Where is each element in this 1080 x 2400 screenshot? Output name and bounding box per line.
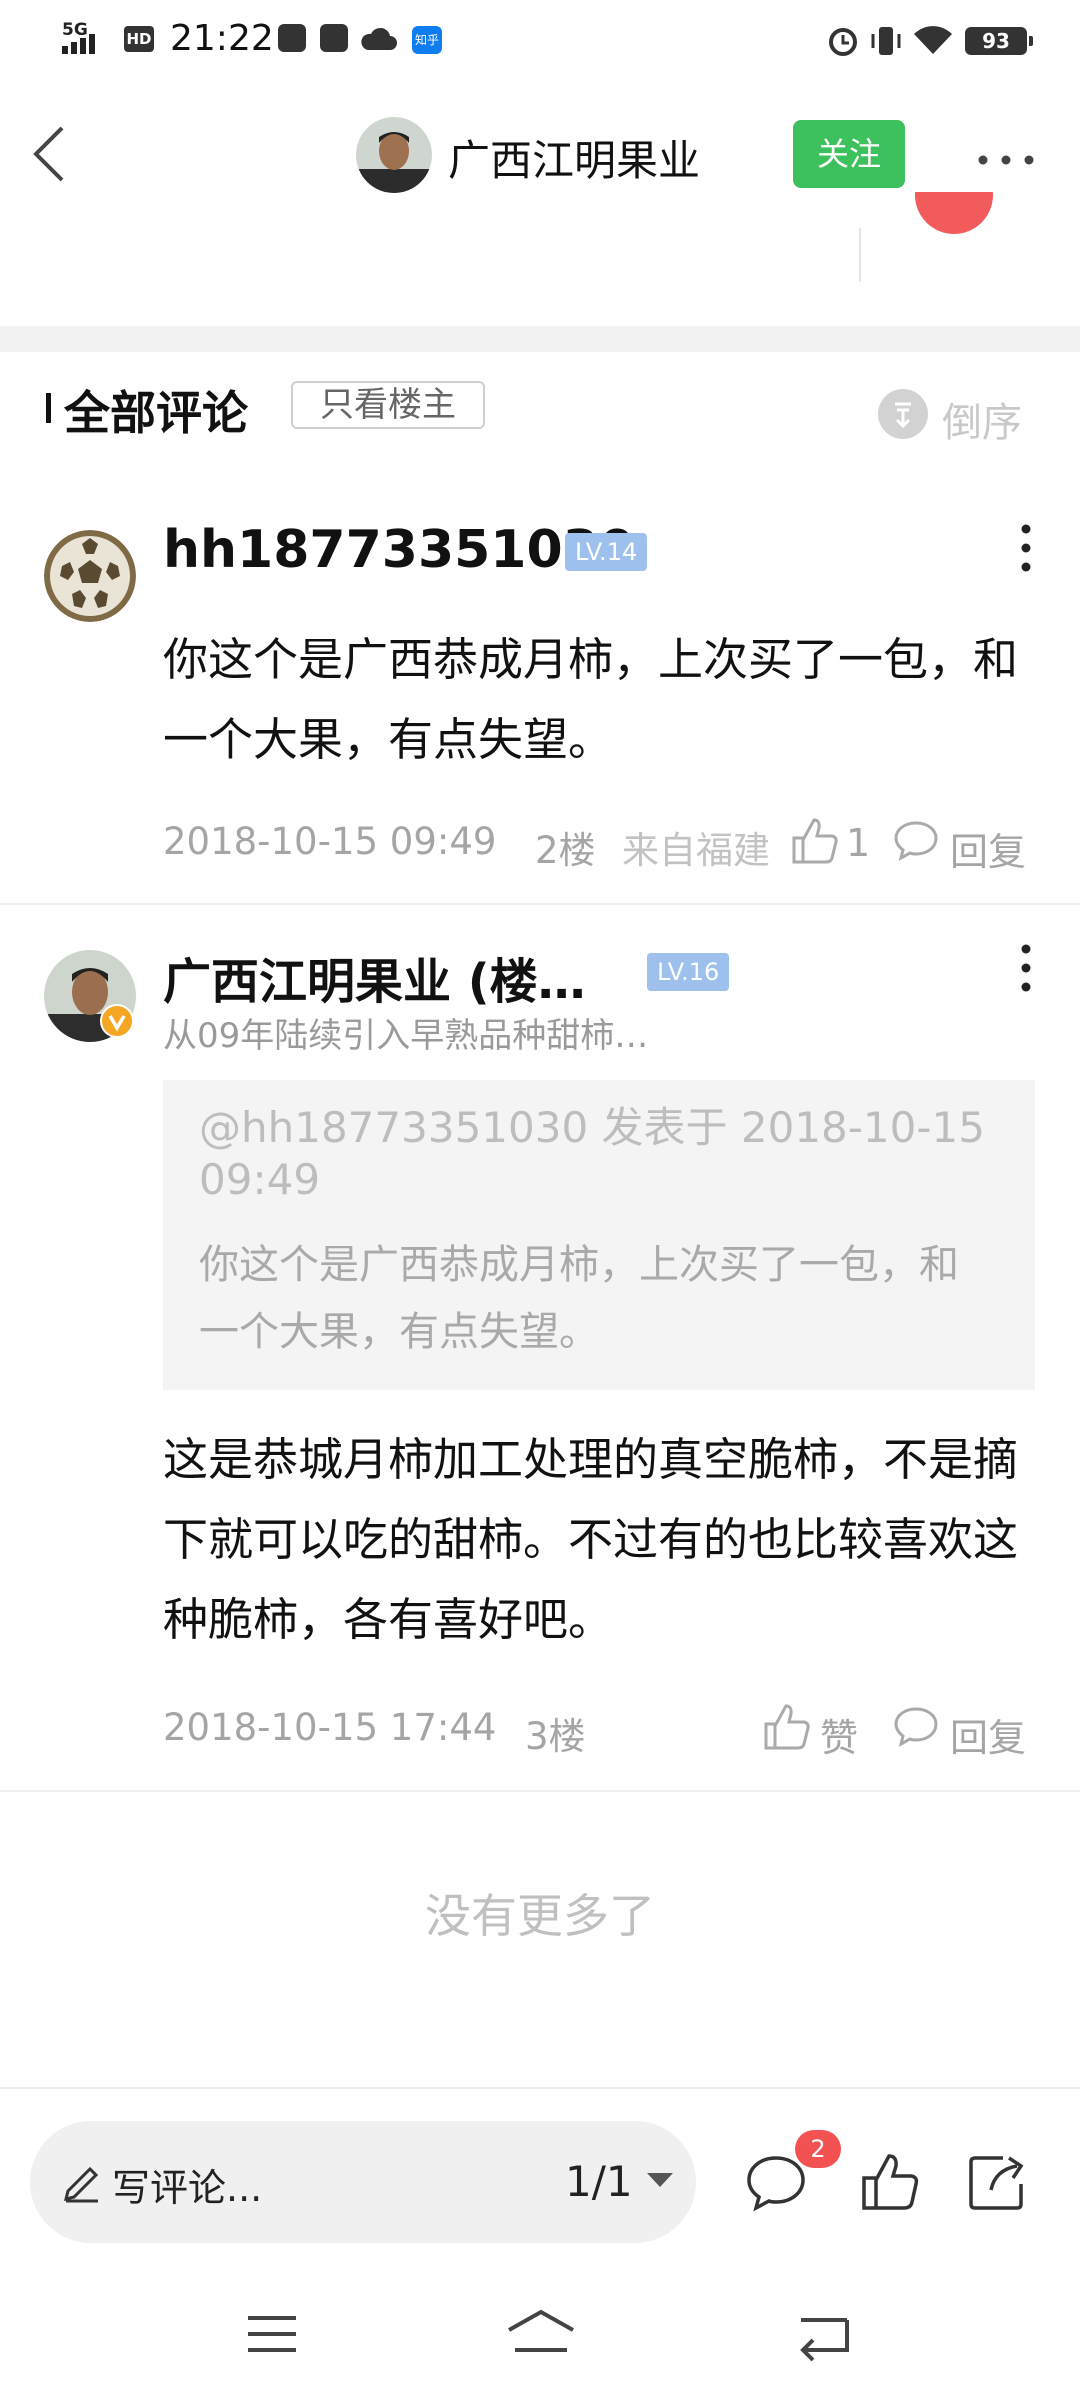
comment-text: 你这个是广西恭成月柿，上次买了一包，和一个大果，有点失望。 [163, 633, 1019, 766]
quote-header: @hh18773351030 发表于 2018-10-15 09:49 [199, 1103, 985, 1204]
comment-separator [0, 1790, 1080, 1792]
signal-icon [62, 0, 112, 80]
hd-indicator: HD [124, 26, 154, 52]
chat-bubble-icon[interactable] [893, 817, 943, 867]
quoted-comment: @hh18773351030 发表于 2018-10-15 09:49 你这个是… [163, 1080, 1035, 1390]
section-divider [0, 326, 1080, 352]
home-icon[interactable] [505, 2306, 574, 2362]
comment-floor: 3楼 [525, 1715, 586, 1758]
comment-more-icon[interactable] [1019, 523, 1033, 573]
author-signature: 从09年陆续引入早熟品种甜柿… [163, 1016, 649, 1056]
thumb-up-icon[interactable] [790, 816, 840, 866]
comment-more-icon[interactable] [1019, 943, 1033, 993]
zhihu-icon: 知乎 [412, 26, 442, 54]
alarm-icon [826, 24, 860, 58]
pen-icon [60, 2157, 106, 2203]
author-avatar[interactable] [356, 117, 432, 193]
sort-order-icon[interactable] [877, 388, 929, 440]
level-badge: LV.14 [565, 533, 648, 571]
cloud-icon [360, 26, 398, 52]
vibrate-icon [868, 24, 904, 58]
chat-bubble-icon[interactable] [893, 1703, 943, 1753]
comment-floor: 2楼 [535, 829, 596, 872]
page-indicator[interactable]: 1/1 [565, 2157, 633, 2206]
comment-datetime: 2018-10-15 17:44 [163, 1706, 497, 1749]
quote-text: 你这个是广西恭成月柿，上次买了一包，和一个大果，有点失望。 [199, 1242, 959, 1355]
author-name-title[interactable]: 广西江明果业 [448, 127, 700, 188]
comment-text: 这是恭城月柿加工处理的真空脆柿，不是摘下就可以吃的甜柿。不过有的也比较喜欢这种脆… [163, 1433, 1019, 1646]
commenter-avatar[interactable] [44, 530, 136, 622]
like-button[interactable]: 赞 [820, 1707, 858, 1762]
status-bar: 5G HD 21:22 知乎 93 [0, 0, 1080, 80]
write-comment-placeholder[interactable]: 写评论... [112, 2157, 262, 2212]
wifi-icon [912, 24, 954, 56]
status-time: 21:22 [170, 18, 274, 59]
like-count[interactable]: 1 [846, 821, 870, 865]
sort-order-label[interactable]: 倒序 [942, 390, 1022, 448]
red-button-fragment [915, 192, 993, 236]
notification-app-icon [320, 24, 348, 52]
divider [859, 228, 861, 282]
write-comment-input[interactable]: 写评论... 1/1 [30, 2121, 696, 2243]
comment-separator [0, 903, 1080, 905]
commenter-name[interactable]: 广西江明果业 (楼… [163, 942, 586, 1012]
section-title: 全部评论 [64, 386, 248, 440]
reply-button[interactable]: 回复 [950, 821, 1026, 876]
battery-indicator: 93 [965, 27, 1033, 55]
thumb-up-icon[interactable] [762, 1702, 812, 1752]
follow-button[interactable]: 关注 [793, 120, 905, 188]
more-icon[interactable] [978, 150, 1034, 165]
menu-icon[interactable] [240, 2306, 304, 2362]
comment-count-badge: 2 [795, 2130, 841, 2168]
level-badge: LV.16 [647, 953, 730, 991]
notification-app-icon [278, 24, 306, 52]
comment-datetime: 2018-10-15 09:49 [163, 820, 497, 863]
verified-badge-icon [100, 1004, 134, 1038]
thumb-up-icon[interactable] [858, 2150, 922, 2214]
reply-button[interactable]: 回复 [950, 1707, 1026, 1762]
bottom-divider [0, 2087, 1080, 2089]
share-icon[interactable] [965, 2150, 1029, 2214]
no-more-text: 没有更多了 [425, 1889, 655, 1943]
only-op-filter-button[interactable]: 只看楼主 [291, 381, 485, 429]
return-icon[interactable] [793, 2306, 857, 2362]
back-icon[interactable] [26, 124, 74, 184]
chevron-down-icon[interactable] [647, 2173, 673, 2187]
comment-location: 来自福建 [622, 829, 770, 872]
section-marker [46, 393, 51, 423]
